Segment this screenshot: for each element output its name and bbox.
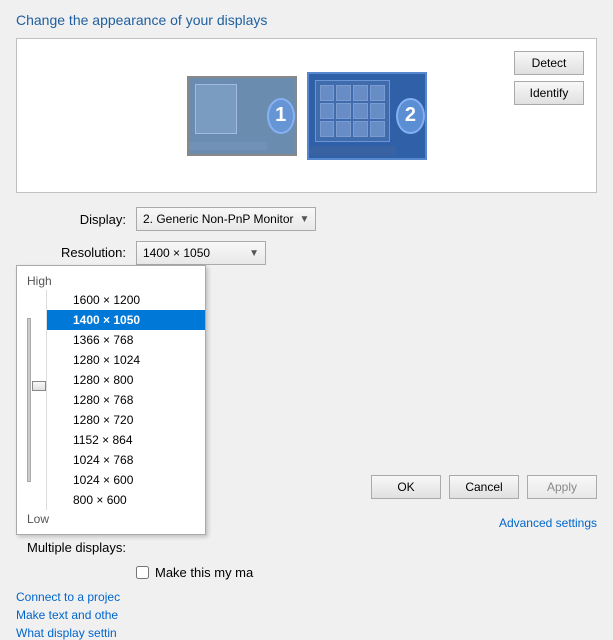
slider-section [17,290,47,510]
links-section: Connect to a projec Make text and othe W… [16,590,597,640]
monitor-1-inner [189,78,267,154]
dropdown-with-slider: 1600 × 1200 1400 × 1050 1366 × 768 1280 … [17,290,205,510]
monitor-container: 1 [187,72,427,160]
monitor-2[interactable]: 2 [307,72,427,160]
resolution-select-value: 1400 × 1050 [143,246,210,260]
resolution-label: Resolution: [16,241,136,260]
dropdown-items: 1600 × 1200 1400 × 1050 1366 × 768 1280 … [47,290,205,510]
slider-thumb[interactable] [32,381,46,391]
multiple-displays-row: Multiple displays: [16,540,597,555]
monitor-1[interactable]: 1 [187,76,297,156]
resolution-item-5[interactable]: 1280 × 768 [47,390,205,410]
apply-button[interactable]: Apply [527,475,597,499]
resolution-item-3[interactable]: 1280 × 1024 [47,350,205,370]
resolution-item-1[interactable]: 1400 × 1050 [47,310,205,330]
dropdown-high-label: High [17,272,205,290]
monitor-2-inner [309,74,397,158]
make-main-checkbox-label[interactable]: Make this my ma [136,565,253,580]
ok-button[interactable]: OK [371,475,441,499]
resolution-item-10[interactable]: 800 × 600 [47,490,205,510]
monitor-1-screen [195,84,237,134]
resolution-item-4[interactable]: 1280 × 800 [47,370,205,390]
display-select-arrow-icon: ▼ [300,214,310,225]
monitor-2-grid-screen [315,80,391,142]
resolution-item-0[interactable]: 1600 × 1200 [47,290,205,310]
make-main-label: Make this my ma [155,565,253,580]
link-connect-projector[interactable]: Connect to a projec [16,590,597,604]
resolution-item-9[interactable]: 1024 × 600 [47,470,205,490]
link-text-size[interactable]: Make text and othe [16,608,597,622]
display-select-wrapper: 2. Generic Non-PnP Monitor ▼ [136,207,597,231]
resolution-item-8[interactable]: 1024 × 768 [47,450,205,470]
resolution-dropdown: High 1600 × 1200 1400 × 1050 1366 × 768 … [16,265,206,535]
monitor-1-base [189,142,267,150]
detect-identify-panel: Detect Identify [514,51,584,105]
resolution-select-wrapper: 1400 × 1050 ▼ High 1600 × 1200 1400 × 10… [136,241,597,265]
advanced-settings-link[interactable]: Advanced settings [499,516,597,530]
settings-page: Change the appearance of your displays 1 [0,0,613,519]
display-select-value: 2. Generic Non-PnP Monitor [143,212,294,226]
page-title: Change the appearance of your displays [16,12,597,28]
monitor-1-number: 1 [267,98,295,134]
identify-button[interactable]: Identify [514,81,584,105]
display-preview-area: 1 [16,38,597,193]
resolution-item-6[interactable]: 1280 × 720 [47,410,205,430]
display-row: Display: 2. Generic Non-PnP Monitor ▼ [16,207,597,231]
dropdown-low-label: Low [17,510,205,528]
monitor-2-number: 2 [396,98,424,134]
resolution-item-7[interactable]: 1152 × 864 [47,430,205,450]
display-label: Display: [16,212,136,227]
multiple-displays-label: Multiple displays: [16,540,136,555]
resolution-row: Resolution: 1400 × 1050 ▼ High 1600 × 12… [16,241,597,265]
resolution-item-2[interactable]: 1366 × 768 [47,330,205,350]
detect-button[interactable]: Detect [514,51,584,75]
resolution-select[interactable]: 1400 × 1050 ▼ [136,241,266,265]
bottom-buttons: OK Cancel Apply [371,475,597,499]
cancel-button[interactable]: Cancel [449,475,519,499]
link-display-settings[interactable]: What display settin [16,626,597,640]
checkbox-row: Make this my ma [16,565,597,580]
monitor-2-base [309,146,397,156]
resolution-arrow-icon: ▼ [249,248,259,259]
slider-track[interactable] [27,318,31,482]
make-main-checkbox[interactable] [136,566,149,579]
display-select[interactable]: 2. Generic Non-PnP Monitor ▼ [136,207,316,231]
